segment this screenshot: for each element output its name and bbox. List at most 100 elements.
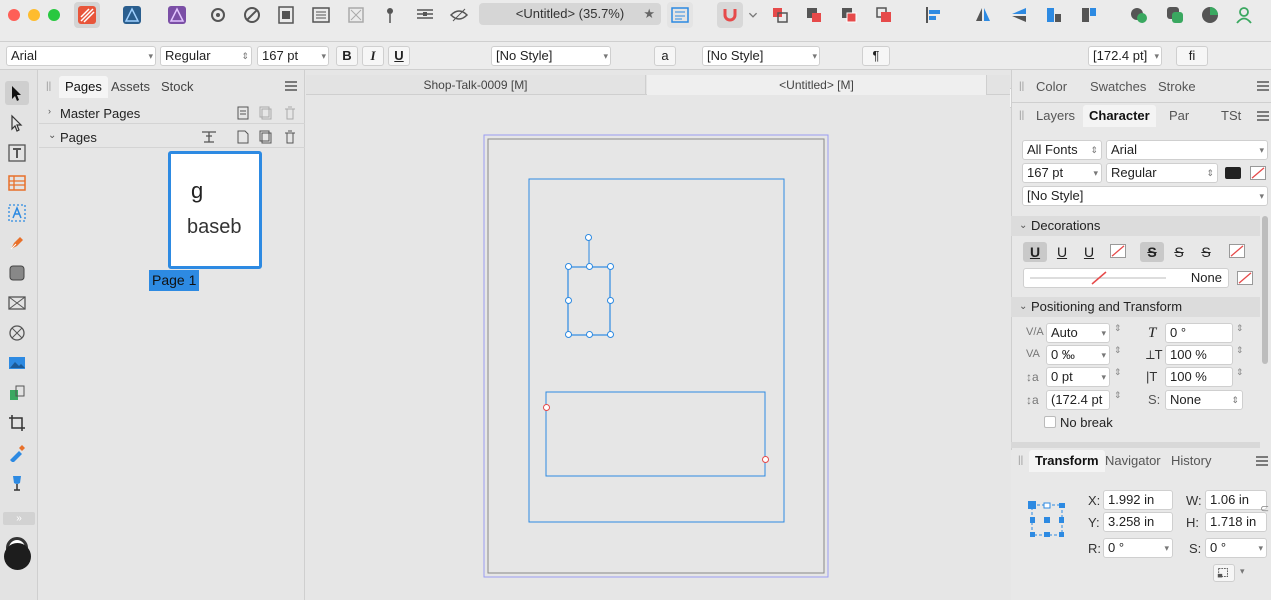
- pages-section[interactable]: ⌄ Pages: [39, 126, 305, 148]
- strikethrough-single-button[interactable]: S: [1140, 242, 1164, 262]
- decoration-color-none-icon[interactable]: [1237, 271, 1253, 285]
- char-style-select[interactable]: [No Style] ▾: [1022, 186, 1268, 206]
- h-field[interactable]: 1.718 in: [1205, 512, 1267, 532]
- delete-page-icon[interactable]: [283, 130, 297, 144]
- master-pages-section[interactable]: › Master Pages: [39, 102, 305, 124]
- place-image-tool-icon[interactable]: [5, 351, 29, 375]
- rectangle-tool-icon[interactable]: [5, 261, 29, 285]
- italic-button[interactable]: I: [362, 46, 384, 66]
- tab-color[interactable]: Color: [1030, 76, 1073, 98]
- resize-handle-bottom-left[interactable]: [565, 331, 572, 338]
- font-weight-select[interactable]: Regular ⇕: [160, 46, 252, 66]
- doc-tab-untitled[interactable]: <Untitled> [M]: [647, 75, 987, 95]
- tab-stock[interactable]: Stock: [155, 76, 200, 98]
- artistic-text-tool-icon[interactable]: [5, 201, 29, 225]
- resize-handle-top-left[interactable]: [565, 263, 572, 270]
- panel-menu-icon[interactable]: [284, 80, 298, 92]
- tab-transform[interactable]: Transform: [1029, 450, 1105, 472]
- font-collection-select[interactable]: All Fonts ⇕: [1022, 140, 1102, 160]
- align-left-icon[interactable]: [921, 2, 947, 28]
- vertical-scale-stepper[interactable]: ⇕: [1236, 345, 1244, 356]
- minimize-window-button[interactable]: [28, 9, 40, 21]
- text-frame-input-port[interactable]: [543, 404, 550, 411]
- char-leading-stepper[interactable]: ⇕: [1114, 390, 1122, 401]
- panel-splitter[interactable]: [1011, 442, 1260, 448]
- text-wrap-icon[interactable]: [412, 2, 438, 28]
- page-thumbnail[interactable]: g baseb: [168, 151, 262, 269]
- tab-character[interactable]: Character: [1083, 105, 1156, 127]
- decorations-section-header[interactable]: ⌄ Decorations: [1011, 216, 1260, 236]
- move-to-front-icon[interactable]: [871, 2, 897, 28]
- transform-options-button[interactable]: [1213, 564, 1235, 582]
- intersect-boolean-icon[interactable]: [1197, 2, 1223, 28]
- document-setup-icon[interactable]: [273, 2, 299, 28]
- snapping-dropdown-chevron-icon[interactable]: [744, 2, 762, 28]
- add-boolean-icon[interactable]: [1126, 2, 1152, 28]
- pin-star-icon[interactable]: ★: [643, 3, 655, 25]
- subtract-boolean-icon[interactable]: [1162, 2, 1188, 28]
- add-page-icon[interactable]: [236, 130, 250, 144]
- panel-menu-icon-2[interactable]: [1256, 110, 1270, 122]
- resize-handle-bottom[interactable]: [586, 331, 593, 338]
- strikethrough-thick-button[interactable]: S: [1194, 242, 1218, 262]
- flip-vertical-icon[interactable]: [1006, 2, 1032, 28]
- x-field[interactable]: 1.992 in: [1103, 490, 1173, 510]
- rotate-right-icon[interactable]: [1076, 2, 1102, 28]
- duplicate-page-icon[interactable]: [259, 130, 273, 144]
- panel-scrollbar[interactable]: [1262, 216, 1268, 364]
- positioning-section-header[interactable]: ⌄ Positioning and Transform: [1011, 297, 1260, 317]
- publisher-persona-icon[interactable]: [74, 2, 100, 28]
- shear-transform-field[interactable]: 0 ° ▾: [1205, 538, 1267, 558]
- char-font-select[interactable]: Arial ▾: [1106, 140, 1268, 160]
- preflight-icon[interactable]: [239, 2, 265, 28]
- doc-tab-shop-talk[interactable]: Shop-Talk-0009 [M]: [306, 75, 646, 95]
- strikethrough-double-button[interactable]: S: [1167, 242, 1191, 262]
- panel-grip-icon-3[interactable]: ||: [1018, 455, 1023, 466]
- canvas[interactable]: [306, 95, 1010, 600]
- bold-button[interactable]: B: [336, 46, 358, 66]
- pin-icon[interactable]: [377, 2, 403, 28]
- panel-menu-icon-3[interactable]: [1255, 455, 1269, 467]
- underline-color-none-icon[interactable]: [1110, 244, 1126, 258]
- resize-handle-top-right[interactable]: [607, 263, 614, 270]
- delete-master-icon[interactable]: [283, 106, 297, 120]
- text-frame-icon[interactable]: [667, 2, 693, 28]
- panel-grip-icon-2[interactable]: ||: [1019, 110, 1024, 121]
- pen-tool-icon[interactable]: [5, 231, 29, 255]
- clip-to-canvas-icon[interactable]: [343, 2, 369, 28]
- page-label[interactable]: Page 1: [149, 270, 200, 291]
- designer-persona-icon[interactable]: [119, 2, 145, 28]
- script-select[interactable]: None ⇕: [1165, 390, 1243, 410]
- leading-field[interactable]: [172.4 pt] ▾: [1088, 46, 1162, 66]
- resize-handle-left[interactable]: [565, 297, 572, 304]
- add-master-icon[interactable]: [236, 106, 250, 120]
- horizontal-scale-field[interactable]: 100 %: [1165, 367, 1233, 387]
- fill-color-swatch[interactable]: [4, 543, 31, 570]
- char-fill-swatch[interactable]: [1225, 167, 1241, 179]
- close-window-button[interactable]: [8, 9, 20, 21]
- underline-button[interactable]: U: [388, 46, 410, 66]
- expand-tools-icon[interactable]: »: [3, 512, 35, 525]
- tracking-stepper[interactable]: ⇕: [1114, 345, 1122, 356]
- baseline-field[interactable]: 0 pt ▾: [1046, 367, 1110, 387]
- artboard-tool-icon[interactable]: [5, 411, 29, 435]
- zoom-window-button[interactable]: [48, 9, 60, 21]
- tab-stroke[interactable]: Stroke: [1152, 76, 1202, 98]
- underline-thick-button[interactable]: U: [1077, 242, 1101, 262]
- char-leading-field[interactable]: (172.4 pt: [1046, 390, 1110, 410]
- spread-setup-icon[interactable]: [308, 2, 334, 28]
- baseline-stepper[interactable]: ⇕: [1114, 367, 1122, 378]
- transform-options-chevron-icon[interactable]: ▾: [1240, 566, 1245, 577]
- resize-handle-bottom-right[interactable]: [607, 331, 614, 338]
- vertical-scale-field[interactable]: 100 %: [1165, 345, 1233, 365]
- ellipse-frame-tool-icon[interactable]: [5, 321, 29, 345]
- rotation-field[interactable]: 0 ° ▾: [1103, 538, 1173, 558]
- preview-mode-icon[interactable]: [446, 2, 472, 28]
- table-tool-icon[interactable]: [5, 171, 29, 195]
- shear-field[interactable]: 0 °: [1165, 323, 1233, 343]
- kerning-field[interactable]: Auto ▾: [1046, 323, 1110, 343]
- decoration-style-field[interactable]: None: [1023, 268, 1229, 288]
- tab-history[interactable]: History: [1165, 450, 1217, 472]
- tab-text-styles[interactable]: TSt: [1215, 105, 1247, 127]
- tab-paragraph[interactable]: Par: [1163, 105, 1195, 127]
